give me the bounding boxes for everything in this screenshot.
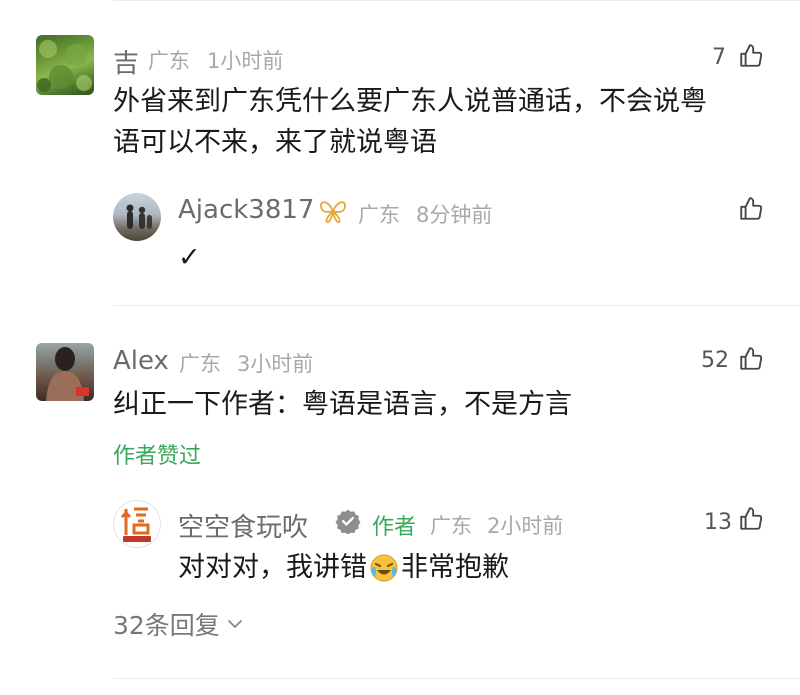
comment-location: 广东 [148, 49, 190, 73]
reply-time: 8分钟前 [416, 203, 493, 227]
comment-text-line-2: 语可以不来，来了就说粤语 [113, 127, 437, 158]
reply-text: 对对对，我讲错 非常抱歉 [178, 546, 509, 589]
more-replies-label: 32条回复 [113, 611, 220, 640]
chevron-down-icon [227, 620, 242, 628]
comment-time: 3小时前 [237, 352, 314, 376]
reply-avatar[interactable] [113, 500, 161, 548]
comment-username[interactable]: 吉 [113, 43, 139, 80]
bottom-divider [113, 678, 800, 679]
thumbs-up-icon[interactable] [738, 506, 764, 532]
avatar[interactable] [36, 35, 94, 95]
author-tag: 作者 [372, 515, 417, 540]
thumbs-up-icon[interactable] [738, 346, 764, 372]
reply-avatar[interactable] [113, 193, 161, 241]
thumbs-up-icon[interactable] [738, 196, 764, 222]
avatar[interactable] [36, 343, 94, 401]
butterfly-badge-icon [320, 201, 346, 223]
top-divider [113, 0, 800, 1]
avatar-person-image [46, 347, 89, 401]
reply-location: 广东 [430, 514, 472, 538]
reply-text-after-emoji: 非常抱歉 [401, 552, 509, 583]
crying-laughing-emoji-icon [370, 554, 398, 581]
thumbs-up-icon[interactable] [738, 43, 764, 69]
verified-check-icon [335, 509, 361, 534]
reply-text: ✓ [178, 242, 201, 273]
more-replies-button[interactable]: 32条回复 [113, 606, 244, 642]
comment-text: 纠正一下作者：粤语是语言，不是方言 [113, 389, 572, 420]
author-liked-badge: 作者赞过 [113, 444, 202, 469]
like-count: 13 [704, 510, 732, 535]
reply-avatar-logo-image [120, 507, 151, 542]
comment-username[interactable]: Alex [113, 346, 169, 376]
reply-text-before-emoji: 对对对，我讲错 [178, 552, 367, 583]
comment-divider [113, 305, 800, 306]
reply-location: 广东 [358, 203, 400, 227]
reply-time: 2小时前 [487, 514, 564, 538]
avatar-foliage-image [37, 40, 92, 92]
reply-username[interactable]: 空空食玩吹 [178, 507, 308, 544]
comment-time: 1小时前 [207, 49, 284, 73]
comment-text-line-1: 外省来到广东凭什么要广东人说普通话，不会说粤 [113, 86, 707, 117]
comment-location: 广东 [179, 352, 221, 376]
like-count: 52 [701, 348, 729, 373]
like-count: 7 [712, 45, 726, 70]
reply-avatar-people-image [126, 204, 152, 229]
reply-username[interactable]: Ajack3817 [178, 195, 314, 225]
